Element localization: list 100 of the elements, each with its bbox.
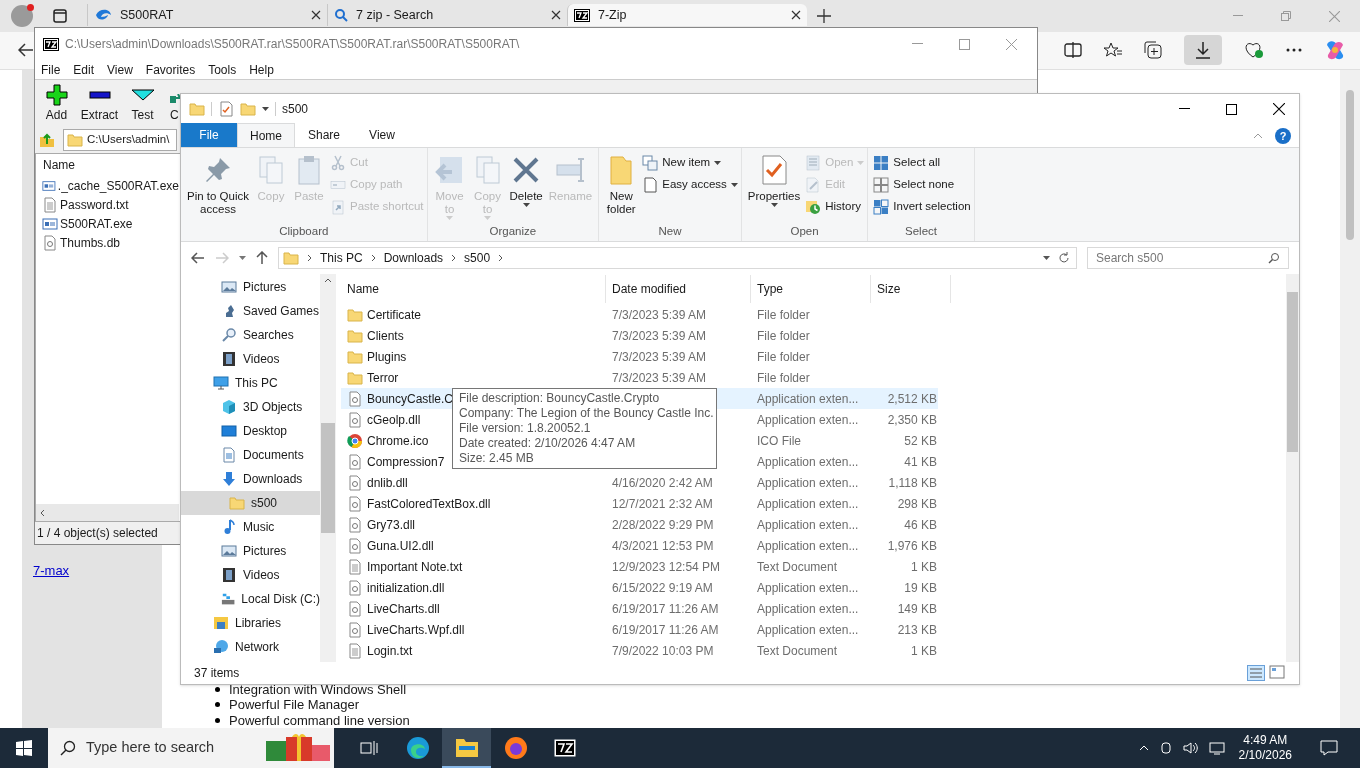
address-field[interactable]: C:\Users\admin\ bbox=[63, 128, 177, 151]
up-arrow-icon[interactable] bbox=[256, 251, 268, 265]
taskbar-search-field[interactable]: Type here to search bbox=[48, 728, 334, 768]
ribbon-button[interactable]: New folder bbox=[602, 154, 641, 216]
folder-icon bbox=[347, 369, 363, 386]
column-header[interactable]: Size bbox=[871, 275, 951, 303]
maximize-icon[interactable] bbox=[1226, 103, 1237, 115]
menu-item[interactable]: Favorites bbox=[145, 60, 196, 79]
chevron-up-icon[interactable] bbox=[1138, 745, 1149, 751]
breadcrumb-item[interactable]: s500 bbox=[464, 249, 491, 267]
ribbon-button[interactable]: Select none bbox=[873, 176, 971, 194]
breadcrumb-item[interactable]: This PC bbox=[320, 249, 363, 267]
breadcrumb-item[interactable]: Downloads bbox=[383, 249, 444, 267]
minimize-icon[interactable] bbox=[1179, 108, 1190, 110]
clock[interactable]: 4:49 AM 2/10/2026 bbox=[1234, 733, 1296, 763]
split-screen-icon[interactable] bbox=[1064, 42, 1082, 59]
toolbar-button[interactable]: Extract bbox=[78, 84, 121, 124]
file-menu-button[interactable]: File bbox=[181, 123, 237, 147]
date-cell: 4/16/2020 2:42 AM bbox=[612, 475, 713, 490]
ribbon-button[interactable]: Delete bbox=[506, 154, 546, 207]
nav-item[interactable]: s500 bbox=[181, 491, 320, 515]
back-arrow-icon[interactable] bbox=[191, 252, 205, 264]
nav-item[interactable]: Libraries bbox=[181, 611, 320, 635]
favorites-star-icon[interactable] bbox=[1104, 42, 1122, 59]
ribbon-tab[interactable]: Share bbox=[295, 123, 353, 147]
nav-item[interactable]: Searches bbox=[181, 323, 320, 347]
scroll-thumb[interactable] bbox=[321, 423, 335, 533]
menu-item[interactable]: Help bbox=[249, 60, 274, 79]
ribbon-button[interactable]: Invert selection bbox=[873, 198, 971, 216]
ribbon-button[interactable]: New item bbox=[642, 154, 738, 172]
column-header[interactable]: Name bbox=[36, 154, 179, 176]
nav-item[interactable]: Downloads bbox=[181, 467, 320, 491]
ribbon-button[interactable]: Pin to Quick access bbox=[184, 154, 252, 216]
network-icon[interactable] bbox=[1208, 741, 1225, 755]
notification-icon[interactable] bbox=[1320, 740, 1338, 756]
ribbon-tab[interactable]: View bbox=[353, 123, 411, 147]
toolbar-button[interactable]: Add bbox=[35, 84, 78, 124]
downloads-button[interactable] bbox=[1184, 35, 1222, 66]
archive-file[interactable]: Password.txt bbox=[36, 195, 179, 214]
page-link[interactable]: 7-max bbox=[33, 562, 70, 578]
up-folder-icon[interactable] bbox=[39, 131, 55, 148]
start-icon[interactable] bbox=[16, 740, 32, 756]
close-icon[interactable] bbox=[1273, 103, 1285, 115]
nav-item[interactable]: Network bbox=[181, 635, 320, 659]
search-field[interactable]: Search s500 bbox=[1087, 247, 1289, 269]
close-icon[interactable] bbox=[791, 10, 801, 21]
column-header[interactable]: Name bbox=[341, 275, 606, 303]
nav-item[interactable]: Desktop bbox=[181, 419, 320, 443]
tiles-view-icon[interactable] bbox=[1269, 665, 1285, 679]
nav-item[interactable]: This PC bbox=[181, 371, 320, 395]
browser-tab[interactable]: S500RAT bbox=[87, 4, 327, 27]
menu-item[interactable]: Edit bbox=[73, 60, 95, 79]
ribbon-button[interactable]: Properties bbox=[744, 154, 804, 207]
new-tab-icon[interactable] bbox=[817, 9, 831, 24]
nav-item[interactable]: Saved Games bbox=[181, 299, 320, 323]
back-arrow-icon[interactable] bbox=[18, 43, 34, 58]
nav-item[interactable]: Music bbox=[181, 515, 320, 539]
nav-item[interactable]: 3D Objects bbox=[181, 395, 320, 419]
nav-item[interactable]: Local Disk (C:) bbox=[181, 587, 320, 611]
date-cell: 7/3/2023 5:39 AM bbox=[612, 370, 707, 385]
address-bar[interactable]: This PC Downloads s500 bbox=[278, 247, 1077, 269]
speaker-icon[interactable] bbox=[1182, 741, 1199, 755]
profile-avatar[interactable] bbox=[11, 5, 33, 28]
ribbon-tab[interactable]: Home bbox=[237, 123, 295, 147]
scroll-thumb[interactable] bbox=[1287, 292, 1298, 452]
scroll-thumb[interactable] bbox=[1346, 89, 1354, 240]
help-button[interactable]: ? bbox=[1275, 128, 1291, 144]
toolbar-button[interactable]: C bbox=[170, 84, 180, 124]
archive-file[interactable]: ._cache_S500RAT.exe bbox=[36, 176, 179, 195]
nav-item[interactable]: Pictures bbox=[181, 275, 320, 299]
column-header[interactable]: Date modified bbox=[606, 275, 751, 303]
more-icon[interactable] bbox=[1286, 48, 1302, 53]
refresh-icon[interactable] bbox=[1058, 252, 1070, 264]
nav-item[interactable]: Documents bbox=[181, 443, 320, 467]
menu-item[interactable]: File bbox=[41, 60, 61, 79]
properties-icon[interactable] bbox=[218, 101, 234, 117]
close-icon[interactable] bbox=[551, 10, 561, 21]
toolbar-button[interactable]: Test bbox=[121, 84, 164, 124]
archive-file[interactable]: Thumbs.db bbox=[36, 233, 179, 252]
scroll-left-icon[interactable] bbox=[40, 508, 45, 517]
nav-item[interactable]: Videos bbox=[181, 347, 320, 371]
tab-actions-icon[interactable] bbox=[53, 9, 67, 24]
menu-item[interactable]: Tools bbox=[208, 60, 237, 79]
collections-icon[interactable] bbox=[1144, 41, 1162, 60]
meet-icon[interactable] bbox=[1158, 741, 1173, 755]
browser-tab[interactable]: 7-Zip bbox=[567, 4, 807, 27]
column-header[interactable]: Type bbox=[751, 275, 871, 303]
copilot-logo-icon[interactable] bbox=[1324, 39, 1346, 62]
ribbon-button[interactable]: Select all bbox=[873, 154, 971, 172]
nav-item[interactable]: Videos bbox=[181, 563, 320, 587]
archive-file[interactable]: S500RAT.exe bbox=[36, 214, 179, 233]
heart-pulse-icon[interactable] bbox=[1244, 41, 1264, 60]
file-name: Chrome.ico bbox=[367, 432, 429, 450]
close-icon[interactable] bbox=[311, 10, 321, 21]
ribbon-button[interactable]: History bbox=[805, 198, 865, 216]
scroll-up-icon[interactable] bbox=[324, 278, 332, 283]
nav-item[interactable]: Pictures bbox=[181, 539, 320, 563]
ribbon-button[interactable]: Easy access bbox=[642, 176, 738, 194]
menu-item[interactable]: View bbox=[107, 60, 133, 79]
collapse-ribbon-icon[interactable] bbox=[1253, 133, 1263, 139]
